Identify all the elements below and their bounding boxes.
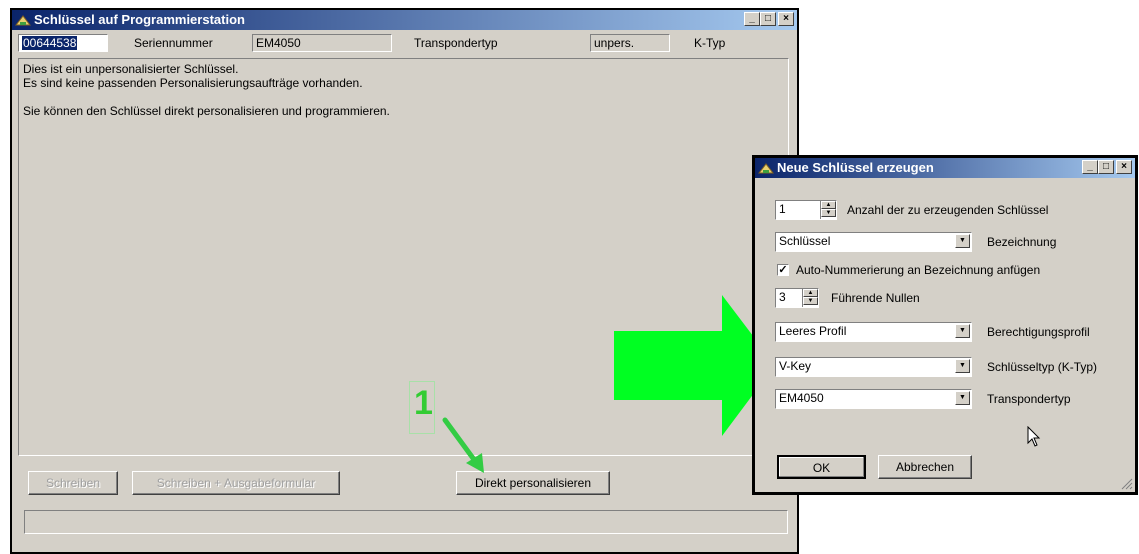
mouse-cursor-icon: [1027, 426, 1041, 447]
status-bar: [24, 510, 788, 534]
step-number: 1: [414, 384, 433, 422]
arrow-down-right-icon: [442, 417, 484, 473]
spin-up-icon[interactable]: ▲: [821, 201, 836, 209]
leading-zeros-label: Führende Nullen: [831, 291, 920, 305]
keytype-combobox[interactable]: V-Key ▼: [775, 357, 972, 377]
name-label: Bezeichnung: [987, 235, 1057, 249]
minimize-icon[interactable]: _: [744, 12, 760, 26]
chevron-down-icon[interactable]: ▼: [955, 234, 970, 248]
transponder-type-field[interactable]: EM4050: [252, 34, 392, 52]
leading-zeros-spinner[interactable]: 3 ▲ ▼: [775, 288, 819, 308]
key-count-spinner[interactable]: 1 ▲ ▼: [775, 200, 837, 220]
message-line: Dies ist ein unpersonalisierter Schlüsse…: [23, 62, 239, 76]
profile-value: Leeres Profil: [779, 324, 847, 338]
profile-combobox[interactable]: Leeres Profil ▼: [775, 322, 972, 342]
profile-chevron-down-icon[interactable]: ▼: [955, 324, 970, 338]
keytype-chevron-down-icon[interactable]: ▼: [955, 359, 970, 373]
name-value: Schlüssel: [779, 234, 831, 248]
transponder-type-value: EM4050: [256, 36, 301, 50]
cancel-button[interactable]: Abbrechen: [878, 455, 972, 479]
serial-number-value: 00644538: [22, 36, 78, 50]
keytype-label: Schlüsseltyp (K-Typ): [987, 360, 1098, 374]
zeros-spinner-buttons[interactable]: ▲ ▼: [802, 289, 818, 307]
message-line: [23, 90, 784, 104]
profile-label: Berechtigungsprofil: [987, 325, 1090, 339]
ktype-field[interactable]: unpers.: [590, 34, 670, 52]
message-line: Es sind keine passenden Personalisierung…: [23, 76, 363, 90]
dialog-minimize-icon[interactable]: _: [1082, 160, 1098, 174]
ktype-label: K-Typ: [694, 36, 726, 50]
serial-number-field[interactable]: 00644538: [18, 34, 108, 52]
keytype-value: V-Key: [779, 359, 812, 373]
name-combobox[interactable]: Schlüssel ▼: [775, 232, 972, 252]
autonum-checkbox[interactable]: ✓: [777, 264, 789, 276]
transponder-type-label: Transpondertyp: [414, 36, 498, 50]
spin-down-icon[interactable]: ▼: [821, 209, 836, 217]
leading-zeros-value: 3: [779, 290, 786, 304]
close-icon[interactable]: ×: [778, 12, 794, 26]
step-number-box: 1: [409, 381, 435, 434]
zeros-spin-down-icon[interactable]: ▼: [803, 297, 818, 305]
resize-grip-icon[interactable]: [1121, 478, 1133, 490]
dialog-close-icon[interactable]: ×: [1116, 160, 1132, 174]
main-window: Schlüssel auf Programmierstation _ □ × 0…: [10, 8, 799, 554]
transponder-chevron-down-icon[interactable]: ▼: [955, 391, 970, 405]
maximize-icon[interactable]: □: [760, 12, 776, 26]
key-count-label: Anzahl der zu erzeugenden Schlüssel: [847, 203, 1049, 217]
dialog-titlebar[interactable]: Neue Schlüssel erzeugen _ □ ×: [755, 158, 1135, 178]
dialog-app-icon: [758, 163, 774, 174]
dialog-maximize-icon[interactable]: □: [1098, 160, 1114, 174]
key-count-value: 1: [779, 202, 786, 216]
write-form-button[interactable]: Schreiben + Ausgabeformular: [132, 471, 340, 495]
transponder-combobox[interactable]: EM4050 ▼: [775, 389, 972, 409]
autonum-label: Auto-Nummerierung an Bezeichnung anfügen: [796, 263, 1041, 277]
new-keys-dialog: Neue Schlüssel erzeugen _ □ × 1 ▲ ▼ Anza…: [752, 155, 1138, 495]
ktype-value: unpers.: [594, 36, 635, 50]
message-line: Sie können den Schlüssel direkt personal…: [23, 104, 390, 118]
main-window-title: Schlüssel auf Programmierstation: [34, 12, 245, 27]
zeros-spin-up-icon[interactable]: ▲: [803, 289, 818, 297]
dialog-title: Neue Schlüssel erzeugen: [777, 160, 934, 175]
main-titlebar[interactable]: Schlüssel auf Programmierstation _ □ ×: [12, 10, 797, 30]
dialog-transponder-label: Transpondertyp: [987, 392, 1071, 406]
ok-button[interactable]: OK: [777, 455, 866, 479]
spinner-buttons[interactable]: ▲ ▼: [820, 201, 836, 219]
serial-number-label: Seriennummer: [134, 36, 213, 50]
app-icon: [15, 15, 31, 26]
write-button[interactable]: Schreiben: [28, 471, 118, 495]
dialog-transponder-value: EM4050: [779, 391, 824, 405]
